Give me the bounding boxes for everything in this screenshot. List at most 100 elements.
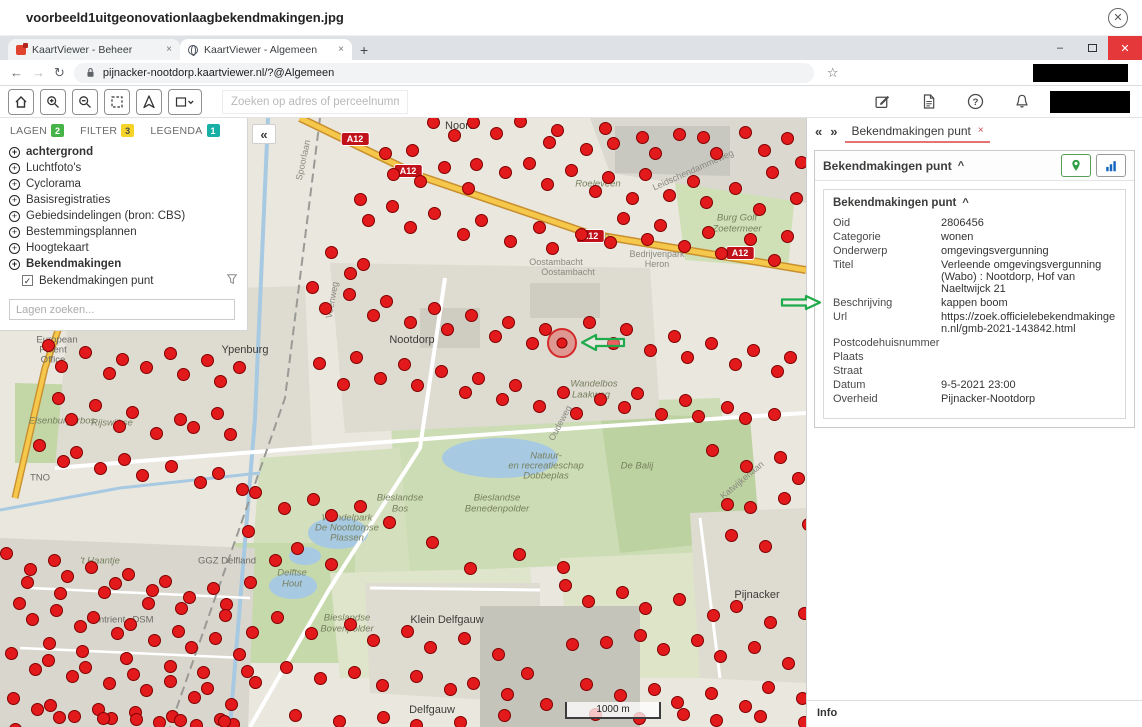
bekendmaking-marker[interactable] [618,401,631,414]
bekendmaking-marker[interactable] [705,337,718,350]
bekendmaking-marker[interactable] [249,486,262,499]
bekendmaking-marker[interactable] [53,711,66,724]
bekendmaking-marker[interactable] [710,714,723,727]
tab-bekendmakingen-punt[interactable]: Bekendmakingen punt × [845,121,989,143]
bekendmaking-marker[interactable] [747,344,760,357]
bekendmaking-marker[interactable] [98,586,111,599]
bekendmaking-marker[interactable] [305,627,318,640]
bekendmaking-marker[interactable] [344,267,357,280]
bekendmaking-marker[interactable] [470,158,483,171]
bekendmaking-marker[interactable] [796,692,807,705]
bekendmaking-marker[interactable] [798,607,807,620]
bekendmaking-marker[interactable] [48,554,61,567]
bekendmaking-marker[interactable] [374,372,387,385]
bekendmaking-marker[interactable] [764,616,777,629]
bekendmaking-marker[interactable] [61,570,74,583]
bekendmaking-marker[interactable] [784,351,797,364]
bekendmaking-marker[interactable] [599,122,612,135]
bekendmaking-marker[interactable] [458,632,471,645]
bekendmaking-marker[interactable] [435,365,448,378]
bekendmaking-marker[interactable] [314,672,327,685]
bekendmaking-marker[interactable] [242,525,255,538]
bekendmaking-marker[interactable] [289,709,302,722]
sidebar-tab-filter[interactable]: FILTER3 [80,124,134,137]
expand-plus-icon[interactable]: + [9,195,20,206]
bekendmaking-marker[interactable] [70,446,83,459]
bekendmaking-marker[interactable] [197,666,210,679]
bekendmaking-marker[interactable] [116,353,129,366]
bekendmaking-marker[interactable] [325,509,338,522]
back-icon[interactable]: ← [10,65,23,80]
bekendmaking-marker[interactable] [426,536,439,549]
bekendmaking-marker[interactable] [754,710,767,723]
bekendmaking-marker[interactable] [194,476,207,489]
bekendmaking-marker[interactable] [739,126,752,139]
panel-expand-left-button[interactable]: « [815,124,822,139]
checkbox-checked[interactable]: ✓ [22,275,33,286]
collapse-caret-icon[interactable]: ^ [958,160,964,172]
bekendmaking-marker[interactable] [739,700,752,713]
bekendmaking-marker[interactable] [159,575,172,588]
bekendmaking-marker[interactable] [428,302,441,315]
bekendmaking-marker[interactable] [164,660,177,673]
bekendmaking-marker[interactable] [207,582,220,595]
bekendmaking-marker[interactable] [209,632,222,645]
bekendmaking-marker[interactable] [472,372,485,385]
bekendmaking-marker[interactable] [459,386,472,399]
bekendmaking-marker[interactable] [504,235,517,248]
bekendmaking-marker[interactable] [729,358,742,371]
bekendmaking-marker[interactable] [768,254,781,267]
bekendmaking-marker[interactable] [411,379,424,392]
bekendmaking-marker[interactable] [387,168,400,181]
bekendmaking-marker[interactable] [183,591,196,604]
bekendmaking-marker[interactable] [768,408,781,421]
bekendmaking-marker[interactable] [225,698,238,711]
bekendmaking-marker[interactable] [367,634,380,647]
chart-view-button[interactable] [1096,154,1126,177]
bekendmaking-marker[interactable] [475,214,488,227]
bekendmaking-marker[interactable] [655,408,668,421]
locate-button[interactable] [136,89,162,115]
bekendmaking-marker[interactable] [710,147,723,160]
sidebar-tab-lagen[interactable]: LAGEN2 [10,124,64,137]
bekendmaking-marker[interactable] [725,529,738,542]
bekendmaking-marker[interactable] [514,118,527,128]
bekendmaking-marker[interactable] [444,683,457,696]
bekendmaking-marker[interactable] [654,219,667,232]
layer-item[interactable]: +Cyclorama [0,176,247,192]
bekendmaking-marker[interactable] [721,401,734,414]
layer-item[interactable]: +Hoogtekaart [0,240,247,256]
bekendmaking-marker[interactable] [509,379,522,392]
expand-plus-icon[interactable]: + [9,259,20,270]
bekendmaking-marker[interactable] [337,378,350,391]
bekendmaking-marker[interactable] [410,670,423,683]
bekendmaking-marker[interactable] [607,337,620,350]
bekendmaking-marker[interactable] [354,193,367,206]
feature-group-header[interactable]: Bekendmakingen punt ^ [815,151,1134,181]
bekendmaking-marker[interactable] [325,246,338,259]
expand-plus-icon[interactable]: + [9,243,20,254]
bekendmaking-marker[interactable] [557,561,570,574]
bekendmaking-marker[interactable] [43,637,56,650]
layer-item[interactable]: +Bekendmakingen [0,256,247,272]
bekendmaking-marker[interactable] [496,393,509,406]
bekendmaking-marker[interactable] [177,368,190,381]
bekendmaking-marker[interactable] [771,365,784,378]
bekendmaking-marker[interactable] [533,400,546,413]
bekendmaking-marker[interactable] [7,692,20,705]
bekendmaking-marker[interactable] [762,681,775,694]
zoom-extent-button[interactable] [104,89,130,115]
bekendmaking-marker[interactable] [190,719,203,727]
bekendmaking-marker[interactable] [782,657,795,670]
bekendmaking-marker[interactable] [759,540,772,553]
bekendmaking-marker[interactable] [187,421,200,434]
collapse-caret-icon[interactable]: ^ [962,197,968,209]
bekendmaking-marker[interactable] [467,118,480,129]
bekendmaking-marker[interactable] [65,413,78,426]
bekendmaking-marker[interactable] [792,472,805,485]
bekendmaking-marker[interactable] [663,189,676,202]
bekendmaking-marker[interactable] [498,709,511,722]
browser-tab-beheer[interactable]: KaartViewer - Beheer × [8,39,180,60]
bekendmaking-marker[interactable] [570,407,583,420]
sidebar-tab-legenda[interactable]: LEGENDA1 [150,124,219,137]
